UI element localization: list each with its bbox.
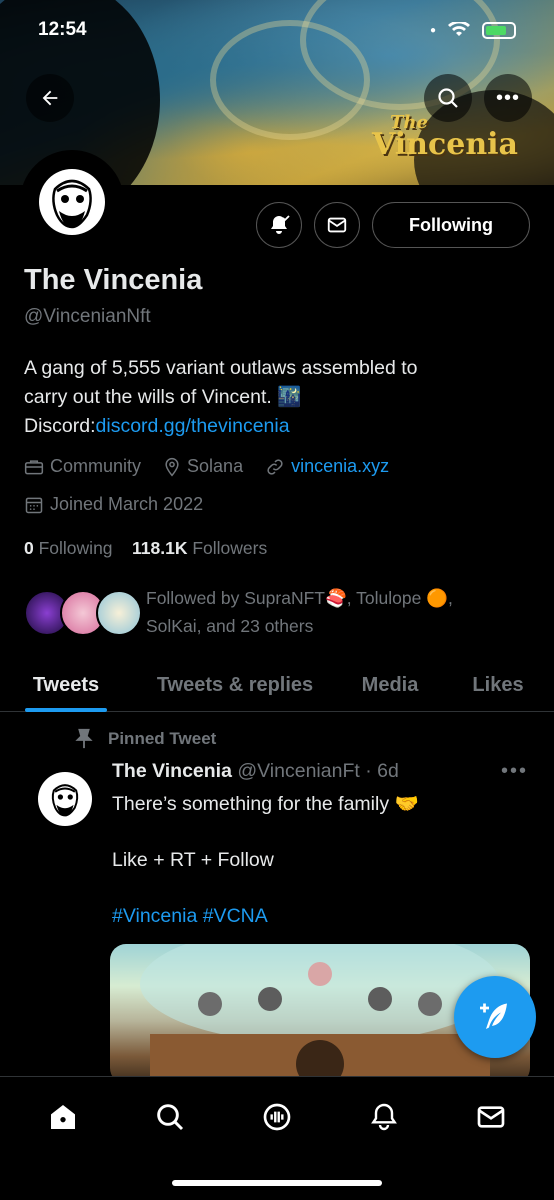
briefcase-icon <box>24 459 44 474</box>
bio-discord-label: Discord: <box>24 415 96 437</box>
bottom-navigation <box>0 1076 554 1200</box>
notifications-toggle-button[interactable] <box>256 202 303 248</box>
calendar-icon <box>25 497 43 513</box>
bio-line: carry out the wills of Vincent. 🌃 <box>24 386 302 408</box>
link-icon <box>267 458 283 475</box>
message-button[interactable] <box>314 202 361 248</box>
tab-media[interactable]: Media <box>338 660 442 711</box>
category-label: Community <box>50 456 142 476</box>
location-item: Solana <box>163 456 243 477</box>
tweet-header: The Vincenia @VincenianFt · 6d <box>112 760 399 783</box>
arrow-left-icon <box>42 90 58 106</box>
profile-name: The Vincenia <box>24 264 203 296</box>
tab-likes[interactable]: Likes <box>442 660 554 711</box>
pin-icon <box>75 728 93 749</box>
following-button[interactable]: Following <box>372 202 530 248</box>
tweet-text: Like + RT + Follow <box>112 849 274 871</box>
tweet-avatar[interactable] <box>38 772 92 826</box>
status-time: 12:54 <box>38 19 87 40</box>
follow-counts: 0 Following 118.1K Followers <box>24 538 267 559</box>
search-icon <box>438 88 458 108</box>
followers-count-link[interactable]: 118.1K Followers <box>132 538 267 558</box>
feather-plus-icon <box>480 1003 507 1029</box>
joined-date: Joined March 2022 <box>24 494 203 515</box>
followed-by-text: Followed by SupraNFT🍣, Tolulope 🟠, SolKa… <box>146 588 453 636</box>
search-tab[interactable] <box>150 1097 190 1137</box>
bell-check-icon <box>271 215 290 234</box>
following-count-link[interactable]: 0 Following <box>24 538 113 558</box>
profile-avatar[interactable] <box>20 150 124 254</box>
tab-tweets[interactable]: Tweets <box>0 660 132 711</box>
tweet-handle-time: @VincenianFt · 6d <box>237 760 399 782</box>
profile-tabs: Tweets Tweets & replies Media Likes <box>0 660 554 712</box>
home-indicator <box>172 1180 382 1186</box>
tweet-body: There’s something for the family 🤝 Like … <box>112 790 532 958</box>
location-pin-icon <box>165 457 179 476</box>
battery-icon <box>482 21 516 39</box>
notifications-tab[interactable] <box>364 1097 404 1137</box>
search-button[interactable] <box>424 74 472 122</box>
home-tab[interactable] <box>43 1097 83 1137</box>
spaces-tab[interactable] <box>257 1097 297 1137</box>
vincent-face-icon <box>51 784 79 817</box>
more-options-button[interactable]: ••• <box>484 74 532 122</box>
joined-label: Joined March 2022 <box>50 494 204 514</box>
bell-icon <box>370 1103 397 1131</box>
tab-tweets-replies[interactable]: Tweets & replies <box>132 660 338 711</box>
tweet-author[interactable]: The Vincenia <box>112 760 232 782</box>
tweet-hashtags[interactable]: #Vincenia #VCNA <box>112 902 532 930</box>
bio-line: A gang of 5,555 variant outlaws assemble… <box>24 357 418 379</box>
home-icon <box>51 1105 76 1129</box>
status-bar: 12:54 ● <box>0 0 554 60</box>
envelope-icon <box>327 217 347 233</box>
discord-link[interactable]: discord.gg/thevincenia <box>96 415 290 437</box>
profile-meta: Community Solana vincenia.xyz <box>24 456 389 477</box>
follower-avatars <box>24 590 144 638</box>
profile-actions: Following <box>256 202 530 248</box>
profile-handle: @VincenianNft <box>24 306 151 327</box>
website-link[interactable]: vincenia.xyz <box>291 456 389 477</box>
category-item: Community <box>24 456 141 477</box>
avatar <box>96 590 142 636</box>
search-icon <box>157 1104 184 1131</box>
tweet-more-icon[interactable]: ••• <box>501 760 528 783</box>
profile-bio: A gang of 5,555 variant outlaws assemble… <box>24 354 524 441</box>
website-item[interactable]: vincenia.xyz <box>265 456 389 477</box>
vincent-face-icon <box>39 169 105 235</box>
wifi-icon <box>448 22 470 36</box>
spaces-icon <box>263 1103 291 1131</box>
messages-tab[interactable] <box>471 1097 511 1137</box>
ellipsis-icon: ••• <box>495 86 520 109</box>
back-button[interactable] <box>26 74 74 122</box>
tweet-text: There’s something for the family 🤝 <box>112 793 419 815</box>
compose-tweet-button[interactable] <box>454 976 536 1058</box>
signal-icon: ● <box>429 24 436 36</box>
envelope-icon <box>477 1106 504 1128</box>
location-label: Solana <box>187 456 244 476</box>
pinned-label: Pinned Tweet <box>74 728 216 750</box>
